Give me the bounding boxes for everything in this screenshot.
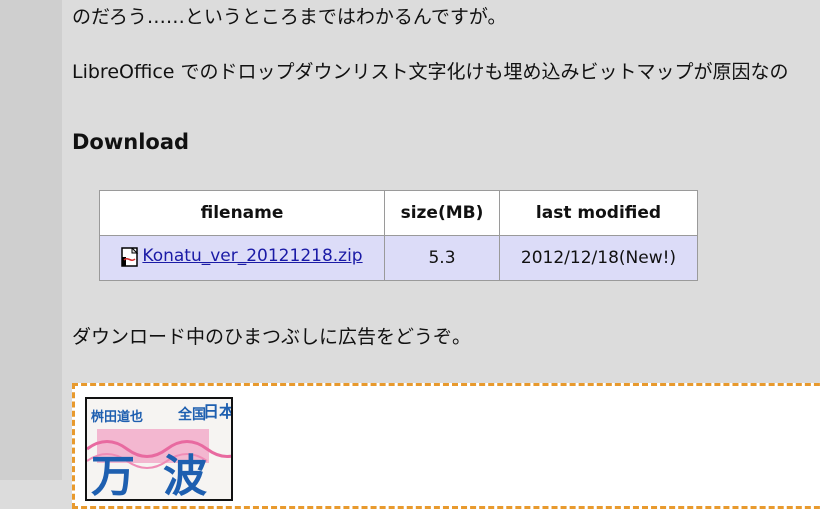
cover-char-2: 波 <box>163 451 207 499</box>
cover-zenkoku: 全国 <box>177 406 206 423</box>
paragraph-text: LibreOffice でのドロップダウンリスト文字化けも埋め込みビットマップが… <box>72 61 789 83</box>
cover-author: 桝田道也 <box>91 409 143 425</box>
download-heading: Download <box>72 130 190 154</box>
cover-nihon: 日本 <box>203 402 231 421</box>
book-cover-image[interactable]: 桝田道也 日本 全国 万 波 <box>85 397 233 501</box>
ad-intro-text: ダウンロード中のひまつぶしに広告をどうぞ。 <box>72 326 472 348</box>
filename-cell: Konatu_ver_20121218.zip <box>99 235 385 281</box>
column-header-last-modified: last modified <box>499 190 698 236</box>
last-modified-cell: 2012/12/18(New!) <box>499 235 698 281</box>
column-header-filename: filename <box>99 190 385 236</box>
table-header-row: filename size(MB) last modified <box>99 190 698 236</box>
table-row: Konatu_ver_20121218.zip 5.3 2012/12/18(N… <box>99 235 698 281</box>
paragraph-text: のだろう……というところまではわかるんですが。 <box>72 6 507 28</box>
cover-char-1: 万 <box>91 451 135 499</box>
article-content: のだろう……というところまではわかるんですが。 LibreOffice でのドロ… <box>72 0 820 509</box>
size-cell: 5.3 <box>384 235 500 281</box>
download-file-link[interactable]: Konatu_ver_20121218.zip <box>142 246 362 266</box>
column-header-size: size(MB) <box>384 190 500 236</box>
left-gutter <box>0 0 62 480</box>
file-entry[interactable]: Konatu_ver_20121218.zip <box>121 246 363 267</box>
advertisement-box: 桝田道也 日本 全国 万 波 <box>72 383 820 509</box>
zip-file-icon[interactable] <box>121 246 139 267</box>
download-table: filename size(MB) last modified Konatu_v… <box>99 190 698 281</box>
